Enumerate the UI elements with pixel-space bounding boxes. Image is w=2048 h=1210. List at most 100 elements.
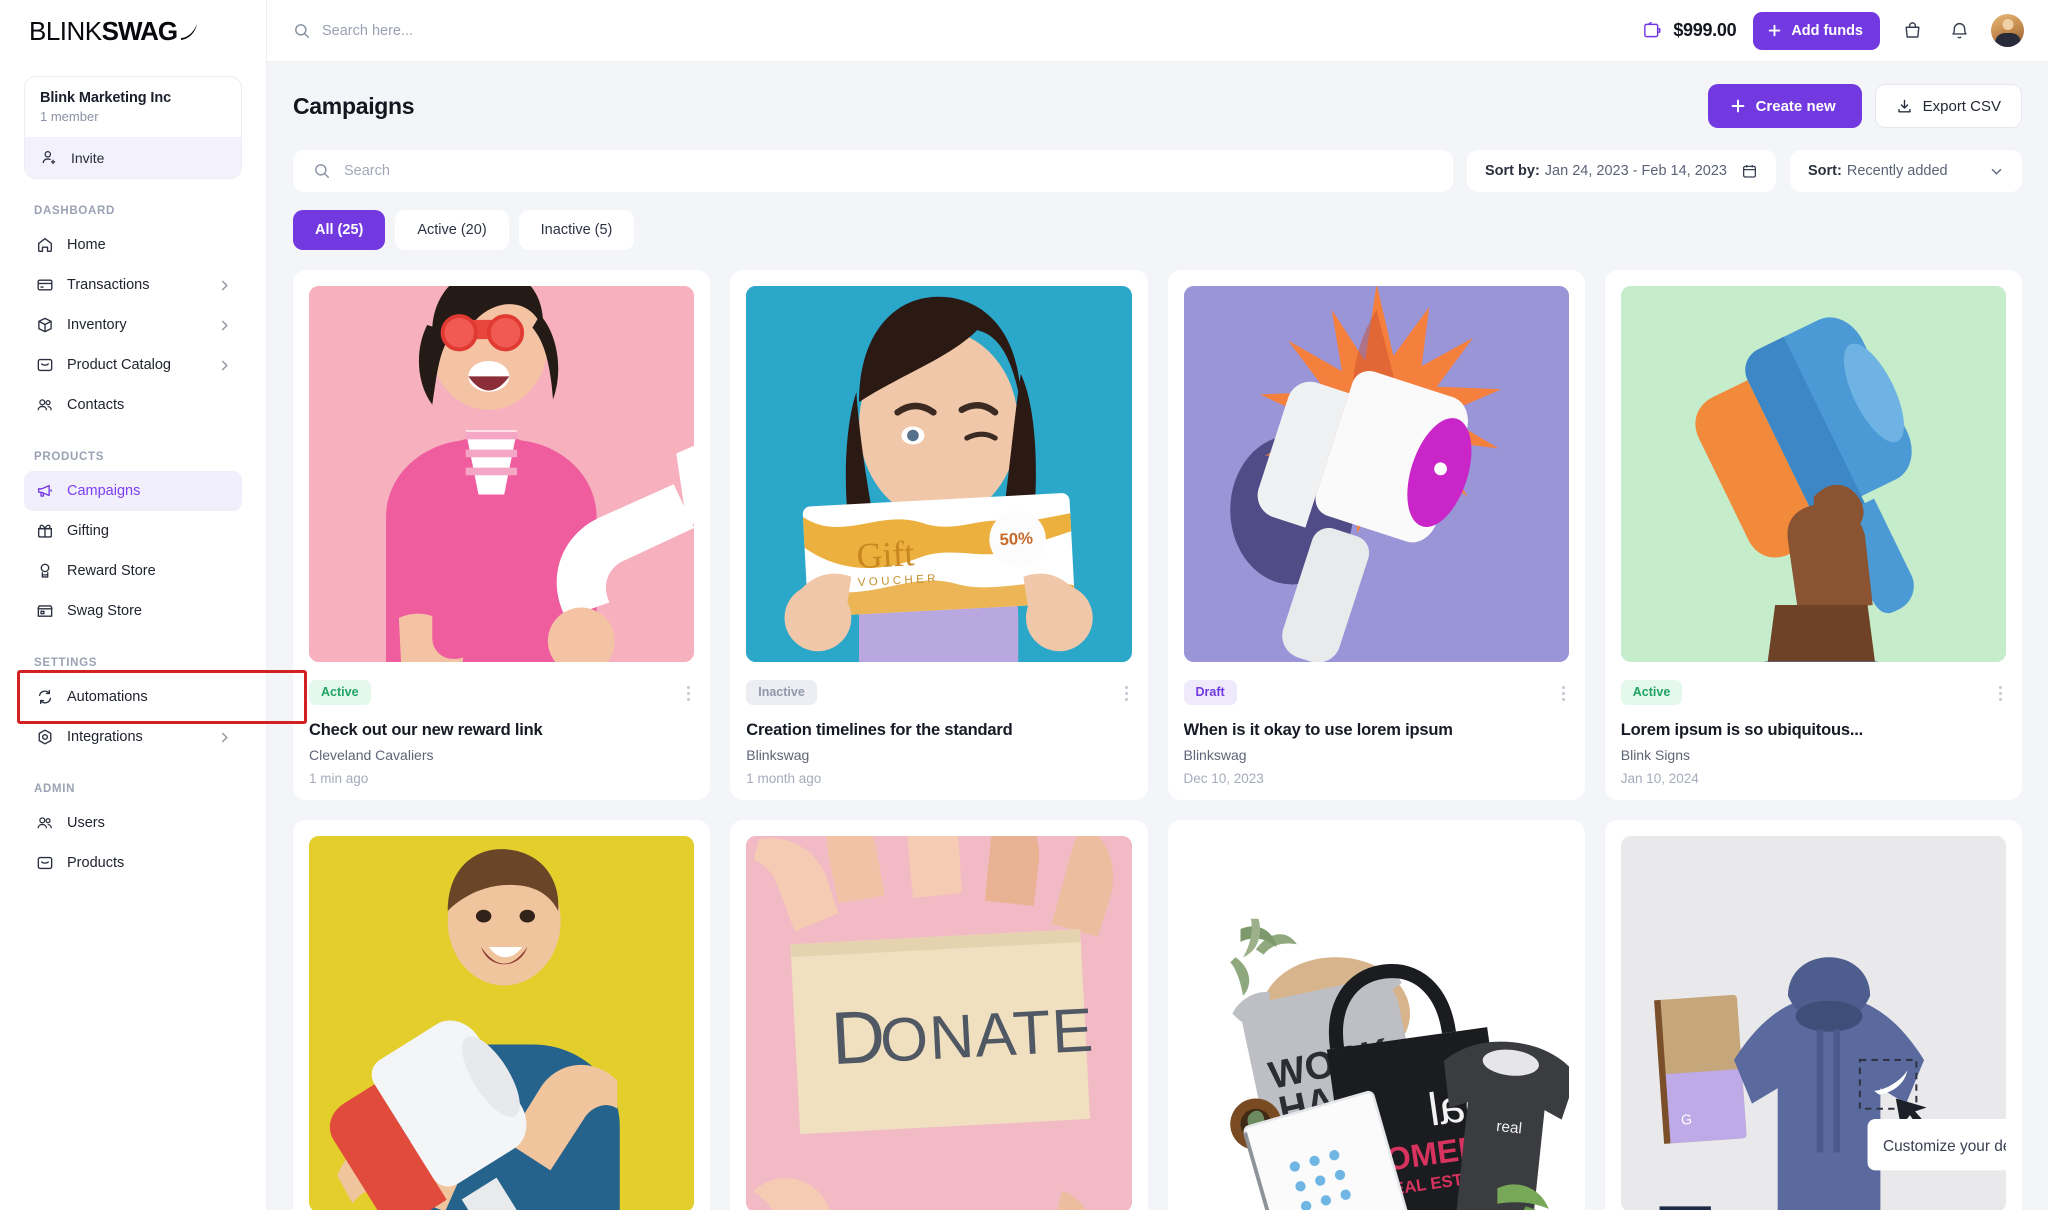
- org-info: Blink Marketing Inc 1 member: [25, 77, 241, 137]
- svg-text:Gift: Gift: [856, 533, 916, 576]
- sidebar-item-campaigns[interactable]: Campaigns: [24, 471, 242, 511]
- sidebar-label: Automations: [67, 689, 148, 705]
- sidebar-item-gifting[interactable]: Gifting: [24, 511, 242, 551]
- campaign-card[interactable]: D ONATE: [730, 820, 1148, 1210]
- bag-button[interactable]: [1897, 16, 1927, 46]
- card-menu-button[interactable]: [1121, 680, 1132, 707]
- sidebar: BLINK SWAG Blink Marketing Inc 1 member: [0, 0, 307, 1210]
- box-icon: [35, 316, 54, 335]
- campaign-title: Check out our new reward link: [309, 721, 543, 739]
- chevron-right-icon: [218, 731, 231, 744]
- tab-inactive[interactable]: Inactive (5): [518, 210, 635, 250]
- sidebar-item-integrations[interactable]: Integrations: [24, 717, 242, 757]
- gift-icon: [35, 522, 54, 541]
- campaign-thumbnail: WORK HARD, Be Kind. real WO: [1183, 836, 1569, 1210]
- chevron-right-icon: [218, 319, 231, 332]
- campaign-card[interactable]: [293, 820, 711, 1210]
- campaign-timestamp: Dec 10, 2023: [1183, 771, 1264, 786]
- sort-select[interactable]: Sort: Recently added: [1790, 150, 2022, 192]
- calendar-icon: [1741, 163, 1758, 180]
- campaign-card[interactable]: Active Check out our new reward link Cle…: [293, 270, 711, 800]
- global-search[interactable]: [293, 22, 1642, 40]
- wallet-icon: [1642, 20, 1663, 41]
- date-range-label: Sort by:: [1485, 163, 1540, 179]
- date-range-picker[interactable]: Sort by: Jan 24, 2023 - Feb 14, 2023: [1467, 150, 1776, 192]
- sidebar-item-automations[interactable]: Automations: [24, 677, 242, 717]
- campaign-meta: Active: [309, 680, 694, 707]
- status-badge: Active: [309, 680, 371, 705]
- woman-gift-voucher-illustration: Gift VOUCHER 50%: [746, 286, 1132, 662]
- megaphone-burst-purple-illustration: [1183, 286, 1569, 662]
- date-range-value: Jan 24, 2023 - Feb 14, 2023: [1544, 163, 1727, 179]
- campaign-meta: Active: [1620, 680, 2006, 707]
- page-title: Campaigns: [293, 92, 415, 119]
- create-new-button[interactable]: Create new: [1707, 84, 1862, 128]
- bag-icon: [1902, 20, 1923, 41]
- org-card[interactable]: Blink Marketing Inc 1 member Invite: [24, 76, 242, 179]
- campaign-card[interactable]: Active Lorem ipsum is so ubiquitous... B…: [1604, 270, 2022, 800]
- invite-label: Invite: [71, 149, 105, 166]
- svg-text:G: G: [1680, 1111, 1692, 1128]
- campaign-subtitle: Blinkswag: [1183, 747, 1247, 763]
- add-funds-label: Add funds: [1791, 22, 1863, 39]
- campaign-card[interactable]: WORK HARD, Be Kind. real WO: [1167, 820, 1585, 1210]
- sidebar-item-product-catalog[interactable]: Product Catalog: [24, 345, 242, 385]
- campaign-card[interactable]: G Customize your d: [1604, 820, 2022, 1210]
- export-csv-label: Export CSV: [1922, 97, 2001, 115]
- campaign-subtitle: Cleveland Cavaliers: [309, 747, 434, 763]
- contacts-icon: [35, 396, 54, 415]
- sidebar-label: Transactions: [67, 277, 150, 293]
- campaign-title: When is it okay to use lorem ipsum: [1183, 721, 1453, 739]
- plus-icon: [1767, 23, 1782, 38]
- sidebar-label: Home: [67, 237, 106, 253]
- page-action-buttons: Create new Export CSV: [1707, 84, 2022, 128]
- catalog-icon: [35, 854, 54, 873]
- card-menu-button[interactable]: [683, 680, 694, 707]
- campaign-card[interactable]: Draft When is it okay to use lorem ipsum…: [1167, 270, 1585, 800]
- card-menu-button[interactable]: [1995, 680, 2006, 707]
- campaign-title: Lorem ipsum is so ubiquitous...: [1620, 721, 1863, 739]
- card-icon: [35, 276, 54, 295]
- campaign-card[interactable]: Gift VOUCHER 50% Inactive Creation timel…: [730, 270, 1148, 800]
- sidebar-item-home[interactable]: Home: [24, 225, 242, 265]
- award-icon: [35, 562, 54, 581]
- global-search-input[interactable]: [322, 22, 642, 39]
- add-funds-button[interactable]: Add funds: [1753, 11, 1880, 50]
- app-logo[interactable]: BLINK SWAG: [24, 0, 242, 62]
- sidebar-item-reward-store[interactable]: Reward Store: [24, 551, 242, 591]
- svg-text:ONATE: ONATE: [879, 996, 1096, 1076]
- refresh-icon: [35, 688, 54, 707]
- hands-donate-sign-illustration: D ONATE: [746, 836, 1132, 1210]
- sidebar-item-swag-store[interactable]: Swag Store: [24, 591, 242, 631]
- bell-icon: [1949, 20, 1970, 41]
- users-icon: [35, 814, 54, 833]
- app-root: BLINK SWAG Blink Marketing Inc 1 member: [0, 0, 2048, 1210]
- export-csv-button[interactable]: Export CSV: [1874, 84, 2022, 128]
- spark-icon: [178, 21, 200, 43]
- campaign-thumbnail: [1183, 286, 1569, 662]
- campaign-search[interactable]: [293, 150, 1454, 192]
- man-yellow-megaphone-illustration: [309, 836, 695, 1210]
- sidebar-item-products[interactable]: Products: [24, 843, 242, 883]
- wallet-balance[interactable]: $999.00: [1642, 20, 1737, 41]
- nav-section-products-label: PRODUCTS: [34, 451, 105, 463]
- notifications-button[interactable]: [1944, 16, 1974, 46]
- card-menu-button[interactable]: [1558, 680, 1569, 707]
- sidebar-item-contacts[interactable]: Contacts: [24, 385, 242, 425]
- sidebar-item-transactions[interactable]: Transactions: [24, 265, 242, 305]
- logo-text-swag: SWAG: [101, 15, 178, 46]
- sidebar-item-inventory[interactable]: Inventory: [24, 305, 242, 345]
- avatar[interactable]: [1991, 14, 2024, 47]
- tab-active[interactable]: Active (20): [395, 210, 509, 250]
- sidebar-label: Inventory: [67, 317, 127, 333]
- org-name: Blink Marketing Inc: [40, 90, 172, 106]
- campaign-search-input[interactable]: [344, 163, 1434, 179]
- invite-button[interactable]: Invite: [25, 137, 241, 178]
- hexagon-gear-icon: [35, 728, 54, 747]
- tab-all[interactable]: All (25): [293, 210, 386, 250]
- download-icon: [1896, 98, 1913, 115]
- sidebar-label: Campaigns: [67, 483, 141, 499]
- catalog-icon: [35, 356, 54, 375]
- sidebar-item-users[interactable]: Users: [24, 803, 242, 843]
- hand-holding-megaphone-green-illustration: [1620, 286, 2006, 662]
